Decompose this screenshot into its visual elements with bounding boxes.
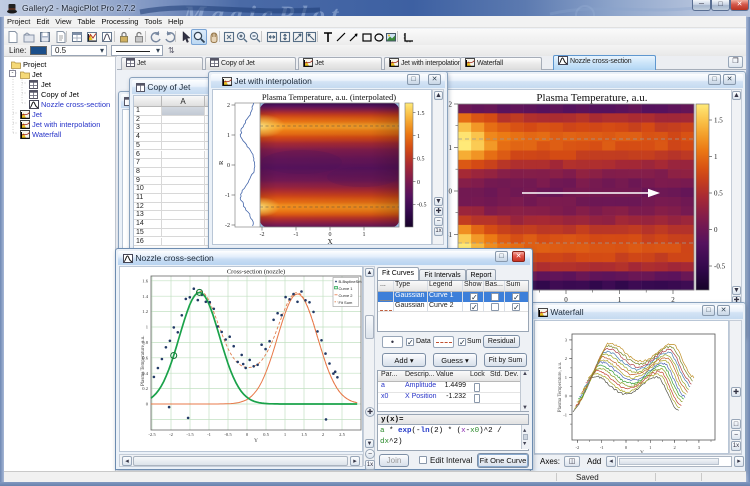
- svg-text:0: 0: [625, 445, 628, 450]
- svg-text:Plasma Temperature, a.u.: Plasma Temperature, a.u.: [536, 92, 647, 104]
- svg-text:-2: -2: [225, 223, 230, 229]
- svg-text:2.5: 2.5: [339, 432, 345, 437]
- svg-text:1.6: 1.6: [142, 278, 148, 283]
- svg-text:3: 3: [698, 445, 701, 450]
- svg-text:1.5: 1.5: [714, 117, 723, 125]
- svg-text:R: R: [218, 160, 225, 165]
- svg-text:X: X: [327, 238, 332, 245]
- svg-text:1: 1: [649, 445, 651, 450]
- svg-text:1.4: 1.4: [142, 294, 148, 299]
- svg-text:0: 0: [227, 163, 230, 169]
- svg-text:Plasma Temperature, a.u. (inte: Plasma Temperature, a.u. (interpolated): [262, 92, 396, 102]
- svg-text:1.5: 1.5: [301, 432, 307, 437]
- svg-text:Fit Sum: Fit Sum: [339, 300, 353, 305]
- svg-text:3: 3: [565, 338, 568, 343]
- svg-text:B-BsplineSm: B-BsplineSm: [339, 279, 363, 284]
- svg-text:2: 2: [322, 432, 325, 437]
- svg-text:-2.5: -2.5: [148, 432, 156, 437]
- svg-text:Plasma Temperature, a.u.: Plasma Temperature, a.u.: [141, 335, 146, 386]
- svg-text:0: 0: [146, 402, 149, 407]
- svg-text:-0.5: -0.5: [417, 203, 427, 209]
- svg-text:0.5: 0.5: [263, 432, 269, 437]
- svg-text:1: 1: [565, 375, 567, 380]
- svg-text:Curve 1: Curve 1: [339, 286, 354, 291]
- svg-text:2: 2: [449, 101, 453, 109]
- svg-text:0: 0: [449, 188, 453, 196]
- svg-text:0: 0: [417, 180, 420, 186]
- svg-text:1: 1: [146, 325, 149, 330]
- svg-text:2: 2: [227, 103, 230, 109]
- svg-text:-2: -2: [260, 232, 265, 238]
- svg-text:-0.5: -0.5: [224, 432, 232, 437]
- svg-text:0.5: 0.5: [714, 190, 723, 198]
- svg-text:0: 0: [246, 432, 249, 437]
- svg-text:2: 2: [673, 445, 675, 450]
- svg-text:2: 2: [565, 356, 567, 361]
- svg-text:Plasma Temperature, a.u.: Plasma Temperature, a.u.: [558, 362, 563, 413]
- svg-text:-2: -2: [169, 432, 174, 437]
- svg-text:-0.5: -0.5: [714, 263, 726, 271]
- svg-text:Curve 2: Curve 2: [339, 293, 354, 298]
- svg-text:1.2: 1.2: [142, 309, 148, 314]
- svg-text:1: 1: [284, 432, 287, 437]
- svg-text:1.5: 1.5: [417, 111, 425, 117]
- svg-text:-1: -1: [294, 232, 299, 238]
- svg-text:0: 0: [565, 394, 568, 399]
- svg-text:-1: -1: [600, 445, 604, 450]
- svg-text:-2: -2: [576, 445, 580, 450]
- svg-text:Y: Y: [254, 438, 258, 444]
- svg-text:-1.5: -1.5: [186, 432, 194, 437]
- svg-text:-1: -1: [207, 432, 212, 437]
- svg-text:1: 1: [449, 144, 453, 152]
- svg-text:0.5: 0.5: [417, 157, 425, 163]
- svg-text:0: 0: [714, 226, 718, 234]
- svg-text:Cross-section (nozzle): Cross-section (nozzle): [227, 269, 285, 276]
- svg-text:-1: -1: [225, 193, 230, 199]
- svg-text:-1: -1: [563, 412, 567, 417]
- svg-text:1: 1: [417, 134, 420, 140]
- svg-text:1: 1: [227, 133, 230, 139]
- svg-text:1: 1: [363, 232, 366, 238]
- svg-text:1: 1: [714, 153, 718, 161]
